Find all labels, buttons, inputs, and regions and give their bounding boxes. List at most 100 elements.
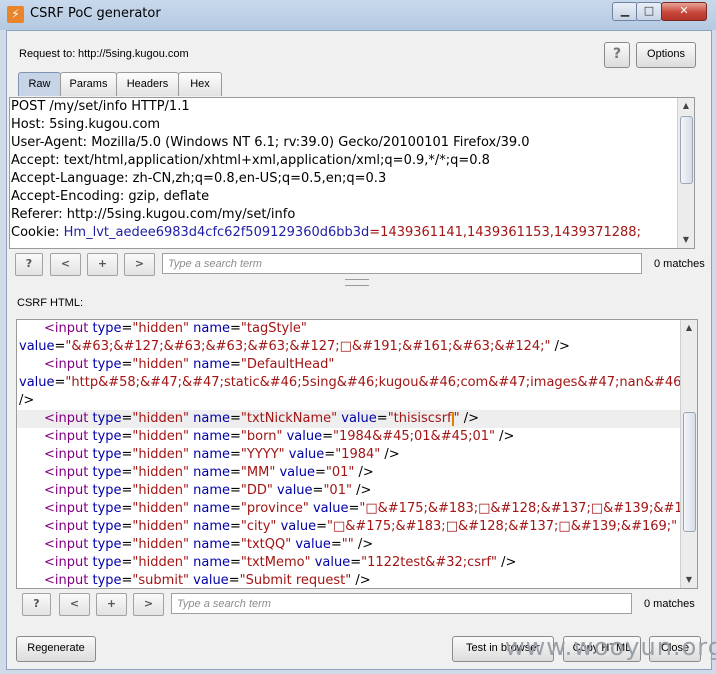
code-line: <input type="hidden" name="tagStyle" xyxy=(44,321,307,336)
value-token: "1122test&#32;csrf" xyxy=(361,555,497,570)
tab-headers[interactable]: Headers xyxy=(116,72,179,96)
attr-token: value xyxy=(277,483,313,498)
attr-token: type xyxy=(92,519,122,534)
attr-token: type xyxy=(92,537,122,552)
attr-token: name xyxy=(193,411,230,426)
value-token: "hidden" xyxy=(132,537,189,552)
request-line: Accept: text/html,application/xhtml+xml,… xyxy=(11,153,490,168)
close-token: /> xyxy=(351,483,372,498)
regenerate-button[interactable]: Regenerate xyxy=(16,636,96,662)
scroll-thumb[interactable] xyxy=(680,116,693,184)
tab-params[interactable]: Params xyxy=(60,72,117,96)
attr-token: value xyxy=(19,339,55,354)
tag-token: <input xyxy=(44,501,93,516)
request-line: User-Agent: Mozilla/5.0 (Windows NT 6.1;… xyxy=(11,135,530,150)
code-line: <input type="hidden" name="city" value="… xyxy=(17,518,697,536)
value-token: "province" xyxy=(240,501,309,516)
value-token: "hidden" xyxy=(132,447,189,462)
scroll-up-icon[interactable]: ▲ xyxy=(678,98,694,114)
tag-token: <input xyxy=(44,519,93,534)
value-token: "YYYY" xyxy=(240,447,285,462)
search-prev-button[interactable]: < xyxy=(50,253,81,276)
csrf-html-label: CSRF HTML: xyxy=(17,297,83,309)
value-token: "hidden" xyxy=(132,411,189,426)
attr-token: value xyxy=(279,465,315,480)
help-button[interactable]: ? xyxy=(604,42,630,68)
tab-hex[interactable]: Hex xyxy=(178,72,222,96)
value-token: "MM" xyxy=(240,465,276,480)
match-count: 0 matches xyxy=(654,258,705,270)
search-next-button[interactable]: > xyxy=(133,593,164,616)
value-token: "hidden" xyxy=(132,321,189,336)
search-input[interactable] xyxy=(171,593,632,614)
close-token: /> xyxy=(459,411,480,426)
value-token: "hidden" xyxy=(132,501,189,516)
attr-token: name xyxy=(193,519,230,534)
code-line: <input type="hidden" name="DefaultHead" xyxy=(44,357,335,372)
value-token: "txtQQ" xyxy=(240,537,292,552)
value-token: "hidden" xyxy=(132,555,189,570)
value-token: "city" xyxy=(240,519,277,534)
request-url: http://5sing.kugou.com xyxy=(78,48,189,60)
attr-token: name xyxy=(193,321,230,336)
attr-token: name xyxy=(193,447,230,462)
tag-token: <input xyxy=(44,573,93,588)
close-token: /> xyxy=(495,429,515,444)
search-input[interactable] xyxy=(162,253,642,274)
scroll-down-icon[interactable]: ▼ xyxy=(678,232,694,248)
csrf-scrollbar[interactable]: ▲ ▼ xyxy=(680,320,697,588)
title-bar: ⚡ CSRF PoC generator ▁ □ ✕ xyxy=(0,0,716,30)
search-prev-button[interactable]: < xyxy=(59,593,90,616)
attr-token: value xyxy=(341,411,377,426)
value-token: "01" xyxy=(325,465,355,480)
value-token: "hidden" xyxy=(132,357,189,372)
search-help-button[interactable]: ? xyxy=(15,253,43,276)
attr-token: value xyxy=(280,519,317,534)
value-token: "tagStyle" xyxy=(240,321,307,336)
code-line: <input type="hidden" name="born" value="… xyxy=(44,429,515,444)
value-token: "submit" xyxy=(132,573,190,588)
watermark: www.wooyun.org xyxy=(505,633,716,661)
value-token: "hidden" xyxy=(132,465,189,480)
tag-token: <input xyxy=(44,411,93,426)
value-token: "01" xyxy=(323,483,352,498)
match-count: 0 matches xyxy=(644,598,695,610)
code-line: <input type="hidden" name="MM" value="01… xyxy=(44,465,374,480)
value-token: "txtMemo" xyxy=(240,555,311,570)
request-line: Accept-Language: zh-CN,zh;q=0.8,en-US;q=… xyxy=(11,171,387,186)
pane-splitter[interactable] xyxy=(345,279,369,286)
value-token: "txtNickName" xyxy=(240,411,338,426)
scroll-thumb[interactable] xyxy=(683,412,696,532)
close-token: /> xyxy=(351,573,371,588)
request-scrollbar[interactable]: ▲ ▼ xyxy=(677,98,694,248)
attr-token: type xyxy=(92,429,122,444)
request-editor[interactable]: POST /my/set/info HTTP/1.1 Host: 5sing.k… xyxy=(9,97,695,249)
close-window-button[interactable]: ✕ xyxy=(661,2,707,21)
scroll-up-icon[interactable]: ▲ xyxy=(681,320,697,336)
attr-token: name xyxy=(193,357,230,372)
search-add-button[interactable]: + xyxy=(87,253,118,276)
tag-token: <input xyxy=(44,537,93,552)
search-next-button[interactable]: > xyxy=(124,253,155,276)
tag-token: <input xyxy=(44,483,93,498)
code-line: <input type="hidden" name="txtMemo" valu… xyxy=(44,555,517,570)
scroll-down-icon[interactable]: ▼ xyxy=(681,572,697,588)
attr-token: name xyxy=(193,537,230,552)
tag-token: <input xyxy=(44,357,93,372)
maximize-button[interactable]: □ xyxy=(636,2,662,21)
minimize-button[interactable]: ▁ xyxy=(612,2,638,21)
attr-token: name xyxy=(193,555,230,570)
tag-token: <input xyxy=(44,465,93,480)
csrf-html-editor[interactable]: <input type="hidden" name="tagStyle" val… xyxy=(16,319,698,589)
search-help-button[interactable]: ? xyxy=(22,593,51,616)
tab-raw[interactable]: Raw xyxy=(18,72,61,96)
attr-token: value xyxy=(193,573,229,588)
options-button[interactable]: Options xyxy=(636,42,696,68)
search-add-button[interactable]: + xyxy=(96,593,127,616)
code-line: <input type="hidden" name="txtQQ" value=… xyxy=(44,537,374,552)
attr-token: name xyxy=(193,465,230,480)
cookie-name: Hm_lvt_aedee6983d4cfc62f509129360d6bb3d xyxy=(63,225,370,240)
attr-token: value xyxy=(295,537,331,552)
attr-token: name xyxy=(193,501,230,516)
tag-token: <input xyxy=(44,555,93,570)
